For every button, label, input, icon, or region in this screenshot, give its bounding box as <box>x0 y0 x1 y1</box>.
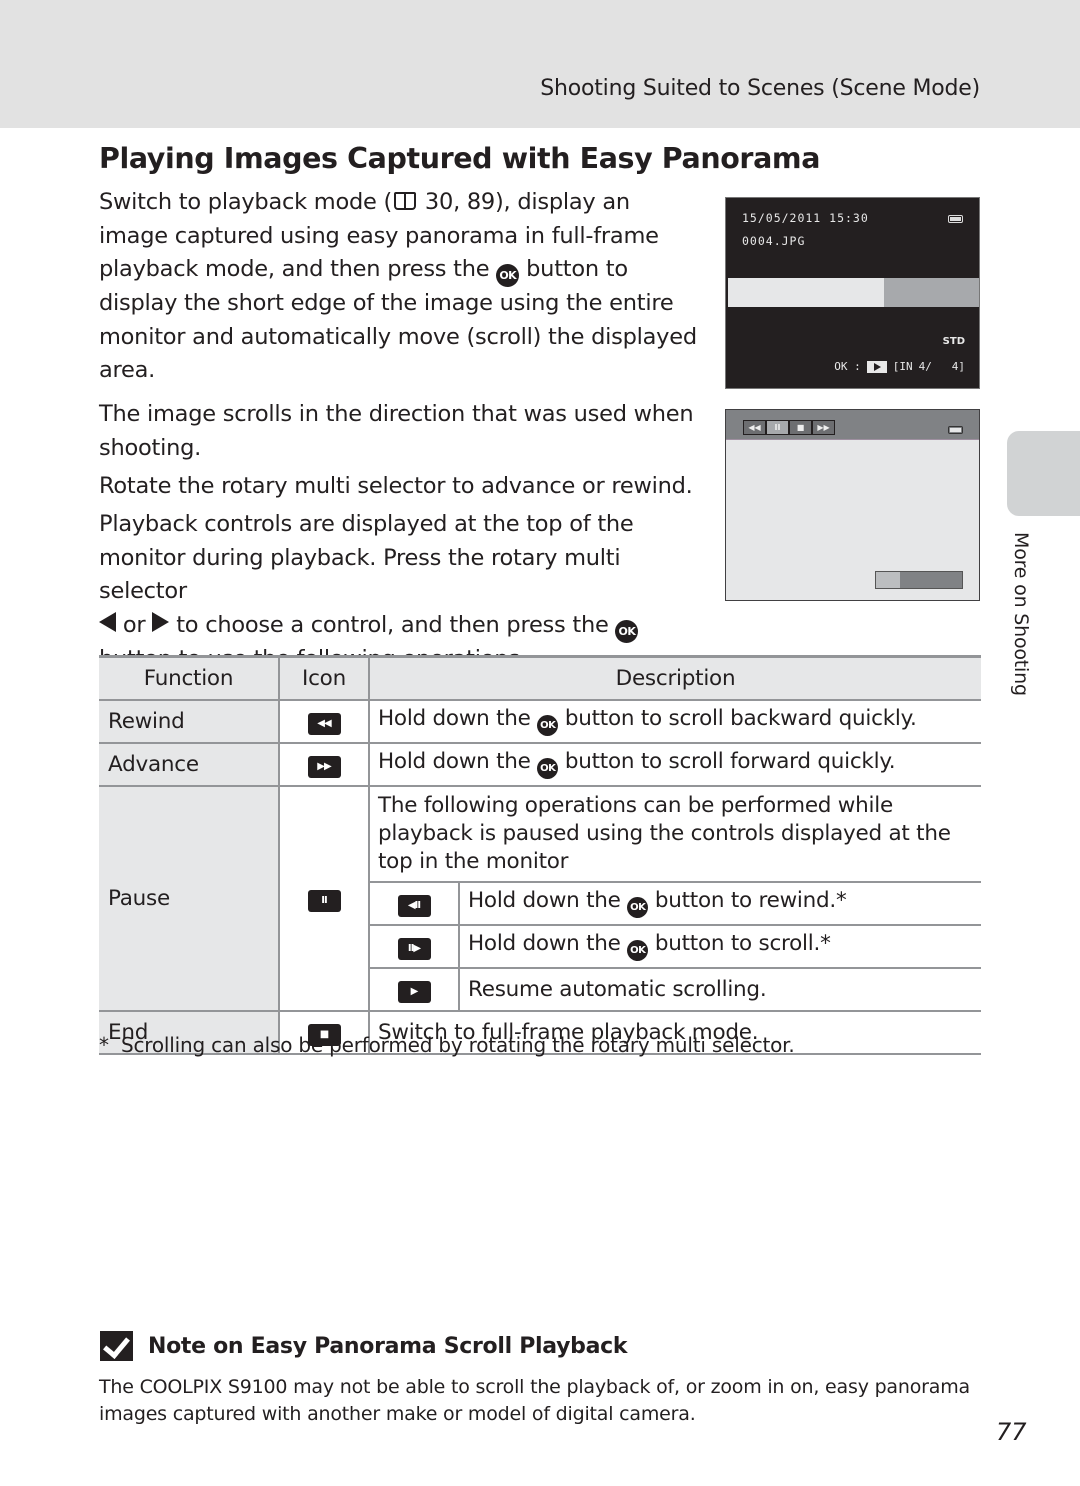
footnote-mark: * <box>99 1033 109 1057</box>
desc-text: Hold down the <box>468 931 628 956</box>
scroll-direction-paragraph: The image scrolls in the direction that … <box>99 401 694 461</box>
description-frame-rewind: Hold down the OK button to rewind.* <box>458 880 981 926</box>
ok-button-icon: OK <box>627 897 649 918</box>
scroll-position-indicator <box>875 571 963 589</box>
advance-icon: ▶▶ <box>307 756 341 778</box>
desc-text: Hold down the <box>468 888 628 913</box>
advance-control-icon[interactable]: ▶▶ <box>813 421 834 434</box>
table-row: Pause II The following operations can be… <box>99 784 981 1012</box>
frame-counter: 4/ 4] <box>918 360 965 373</box>
desc-text: button to scroll backward quickly. <box>558 706 917 731</box>
section-title: Shooting Suited to Scenes (Scene Mode) <box>540 76 980 101</box>
camera-screen-fullframe: 15/05/2011 15:30 0004.JPG STD OK : [IN 4… <box>725 197 980 389</box>
controls-text-2: to choose a control, and then press the <box>169 611 616 638</box>
intro-text-1: Switch to playback mode ( <box>99 189 393 215</box>
pause-icon: II <box>307 890 341 912</box>
desc-text: Hold down the <box>378 706 538 731</box>
ok-button-icon: OK <box>537 758 559 779</box>
header-function: Function <box>99 655 280 701</box>
operations-table: Function Icon Description Rewind ◀◀ Hold… <box>99 655 981 1055</box>
rewind-icon: ◀◀ <box>307 713 341 735</box>
battery-icon <box>948 426 963 434</box>
desc-text: button to scroll.* <box>648 931 831 956</box>
camera-screen-scroll-playback: ◀◀ II ■ ▶▶ <box>725 409 980 601</box>
table-row: Advance ▶▶ Hold down the OK button to sc… <box>99 741 981 787</box>
play-icon <box>866 360 887 373</box>
ok-button-icon: OK <box>627 940 649 961</box>
ok-button-icon: OK <box>615 619 639 643</box>
ok-button-icon: OK <box>537 715 559 736</box>
function-advance: Advance <box>99 741 280 787</box>
rewind-control-icon[interactable]: ◀◀ <box>744 421 765 434</box>
function-rewind: Rewind <box>99 698 280 744</box>
pause-note: The following operations can be performe… <box>368 784 981 883</box>
panorama-visible-portion <box>728 278 884 307</box>
easy-panorama-std-icon: STD <box>942 336 965 347</box>
play-icon: ▶ <box>397 981 431 1003</box>
side-chapter-tab <box>1007 431 1080 516</box>
checkmark-icon <box>100 1331 133 1361</box>
page-title: Playing Images Captured with Easy Panora… <box>99 142 821 175</box>
footnote: * Scrolling can also be performed by rota… <box>99 1033 795 1057</box>
intro-paragraph: Switch to playback mode ( 30, 89), displ… <box>99 186 699 388</box>
table-header-row: Function Icon Description <box>99 655 981 701</box>
frame-rewind-icon: ◀II <box>397 895 431 917</box>
desc-text: Hold down the <box>378 749 538 774</box>
note-text: The COOLPIX S9100 may not be able to scr… <box>99 1376 970 1425</box>
battery-icon <box>948 215 963 223</box>
controls-paragraph: Playback controls are displayed at the t… <box>99 508 709 676</box>
description-resume: Resume automatic scrolling. <box>458 966 981 1012</box>
frame-advance-icon: II▶ <box>397 938 431 960</box>
description-rewind: Hold down the OK button to scroll backwa… <box>368 698 981 744</box>
header-icon: Icon <box>278 655 370 701</box>
right-arrow-icon <box>152 611 170 632</box>
footnote-text: Scrolling can also be performed by rotat… <box>121 1033 795 1057</box>
controls-text-1: Playback controls are displayed at the t… <box>99 511 634 604</box>
description-advance: Hold down the OK button to scroll forwar… <box>368 741 981 787</box>
ok-button-icon: OK <box>496 264 520 287</box>
side-chapter-label: More on Shooting <box>1010 532 1032 696</box>
screen-filename: 0004.JPG <box>742 234 806 248</box>
description-frame-advance: Hold down the OK button to scroll.* <box>458 923 981 969</box>
controls-or: or <box>116 611 153 638</box>
desc-text: button to rewind.* <box>648 888 847 913</box>
left-arrow-icon <box>99 611 116 632</box>
header-description: Description <box>368 655 981 701</box>
book-reference-icon <box>394 192 417 210</box>
internal-memory-icon: [IN <box>892 360 913 373</box>
header-band <box>0 0 1080 128</box>
function-pause: Pause <box>99 784 280 1012</box>
table-row: Rewind ◀◀ Hold down the OK button to scr… <box>99 698 981 744</box>
note-heading: Note on Easy Panorama Scroll Playback <box>100 1331 628 1361</box>
ok-label: OK : <box>834 360 861 373</box>
stop-control-icon[interactable]: ■ <box>790 421 811 434</box>
scroll-position-fill <box>876 572 901 588</box>
note-title: Note on Easy Panorama Scroll Playback <box>148 1333 628 1359</box>
screen-status-line: OK : [IN 4/ 4] <box>834 360 965 373</box>
pause-control-icon[interactable]: II <box>767 421 788 434</box>
rotary-paragraph: Rotate the rotary multi selector to adva… <box>99 473 693 499</box>
screen-datetime: 15/05/2011 15:30 <box>742 211 869 225</box>
desc-text: button to scroll forward quickly. <box>558 749 896 774</box>
playback-controls-bar: ◀◀ II ■ ▶▶ <box>726 410 979 440</box>
playback-controls: ◀◀ II ■ ▶▶ <box>743 420 835 435</box>
page-number: 77 <box>996 1418 1027 1446</box>
panorama-preview <box>728 278 979 307</box>
